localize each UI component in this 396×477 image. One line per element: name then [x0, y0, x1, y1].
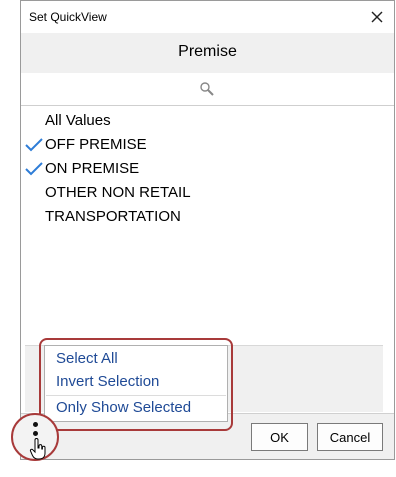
value-item-all-values[interactable]: All Values	[45, 110, 111, 132]
more-dot[interactable]	[33, 431, 38, 436]
value-label: ON PREMISE	[45, 160, 140, 177]
value-item-other-non-retail[interactable]: OTHER NON RETAIL	[45, 182, 191, 204]
value-label: TRANSPORTATION	[45, 208, 181, 225]
title-bar: Set QuickView	[21, 1, 394, 33]
menu-highlight-annotation	[39, 338, 233, 431]
more-dot[interactable]	[33, 422, 38, 427]
value-label: All Values	[45, 112, 111, 129]
search-bar[interactable]	[21, 73, 394, 106]
field-header: Premise	[21, 33, 394, 73]
search-icon[interactable]	[199, 81, 215, 97]
close-icon[interactable]	[366, 6, 388, 28]
cancel-button[interactable]: Cancel	[317, 423, 383, 451]
checkmark-icon	[25, 138, 43, 152]
value-item-transportation[interactable]: TRANSPORTATION	[45, 206, 181, 228]
values-list: All Values OFF PREMISE ON PREMISE OTHER …	[21, 107, 394, 345]
value-label: OTHER NON RETAIL	[45, 184, 191, 201]
value-item-off-premise[interactable]: OFF PREMISE	[25, 134, 147, 156]
value-item-on-premise[interactable]: ON PREMISE	[25, 158, 140, 180]
value-label: OFF PREMISE	[45, 136, 147, 153]
checkmark-icon	[25, 162, 43, 176]
hand-cursor-icon	[29, 438, 46, 460]
dialog-title: Set QuickView	[29, 10, 107, 24]
ok-button[interactable]: OK	[251, 423, 308, 451]
